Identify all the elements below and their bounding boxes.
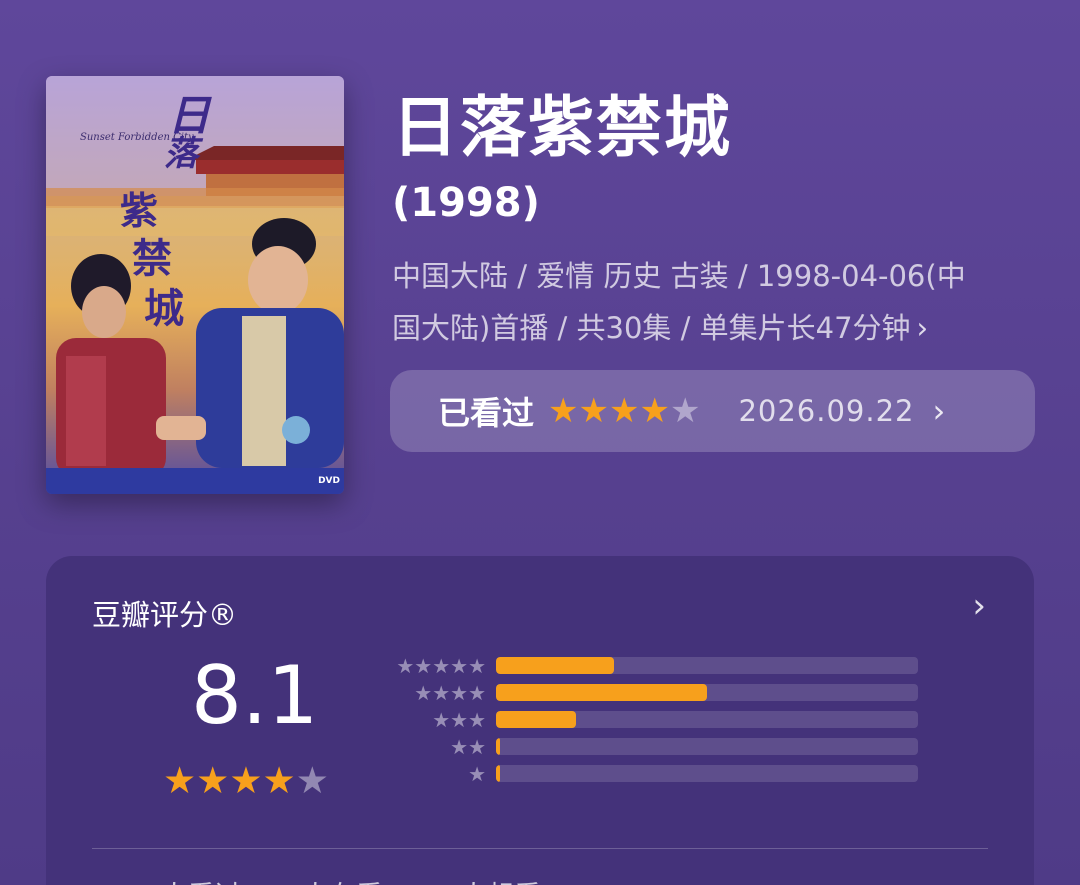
rating-bar-stars: ★ [376,764,486,784]
star-small-icon: ★ [450,654,469,678]
star-small-icon: ★ [468,654,486,678]
rating-bar-track [496,684,918,701]
watched-status-button[interactable]: 已看过 ★ ★ ★ ★ ★ 2026.09.22 › [390,370,1035,452]
star-small-icon: ★ [450,681,469,705]
chevron-right-icon: › [916,311,929,345]
movie-title: 日落紫禁城 [392,89,732,166]
movie-poster[interactable]: Sunset Forbidden City 日 落 紫 禁 城 DVD [46,76,344,494]
poster-title-glyph: 城 [144,285,184,332]
star-filled-icon: ★ [639,391,670,431]
star-filled-icon: ★ [196,759,230,802]
rating-score: 8.1 [191,649,319,742]
rating-bar-row: ★ [376,764,936,784]
meta-line-2: 国大陆)首播 / 共30集 / 单集片长47分钟 › [392,302,1032,354]
rating-bar-row: ★ ★ [376,737,936,757]
divider [92,848,988,849]
star-small-icon: ★ [468,762,486,786]
rating-bar-fill [496,711,576,728]
star-small-icon: ★ [468,681,486,705]
rating-bar-row: ★ ★ ★ ★ ★ [376,656,936,676]
rating-bar-fill [496,684,707,701]
rating-bar-row: ★ ★ ★ ★ [376,683,936,703]
rating-bar-stars: ★ ★ [376,737,486,757]
poster-bottom-strip [46,468,344,494]
dvd-logo: DVD [318,476,340,486]
star-empty-icon: ★ [295,759,329,802]
rating-bar-stars: ★ ★ ★ [376,710,486,730]
star-small-icon: ★ [468,708,486,732]
star-filled-icon: ★ [578,391,609,431]
star-empty-icon: ★ [669,391,701,431]
star-small-icon: ★ [414,681,433,705]
star-small-icon: ★ [468,735,486,759]
star-filled-icon: ★ [262,759,296,802]
rating-bar-track [496,765,918,782]
rating-bar-stars: ★ ★ ★ ★ [376,683,486,703]
star-filled-icon: ★ [548,391,579,431]
rating-bar-fill [496,765,500,782]
rating-bar-track [496,738,918,755]
star-small-icon: ★ [396,654,415,678]
star-filled-icon: ★ [163,759,197,802]
movie-detail-page: Sunset Forbidden City 日 落 紫 禁 城 DVD 日落紫禁… [0,0,1080,885]
rating-bar-fill [496,738,500,755]
rating-bar-stars: ★ ★ ★ ★ ★ [376,656,486,676]
douban-rating-card[interactable]: 豆瓣评分® › 8.1 ★★★★★ ★★★★★★★★★★★★★★★ 2598人看… [46,556,1034,885]
star-filled-icon: ★ [229,759,263,802]
star-small-icon: ★ [450,708,469,732]
star-small-icon: ★ [450,735,469,759]
star-filled-icon: ★ [608,391,640,431]
rating-bar-fill [496,657,614,674]
meta-line-1: 中国大陆 / 爱情 历史 古装 / 1998-04-06(中 [392,259,966,293]
rating-bar-track [496,711,918,728]
rating-score-stars: ★ ★ ★ ★ ★ [163,762,329,799]
poster-title-glyph: 落 [164,134,198,174]
chevron-right-icon[interactable]: › [972,586,986,626]
user-rating-stars: ★ ★ ★ ★ ★ [548,394,700,428]
watched-label: 已看过 [438,394,535,432]
star-small-icon: ★ [414,654,433,678]
watched-date: 2026.09.22 [738,394,915,428]
star-small-icon: ★ [432,708,451,732]
movie-meta-info[interactable]: 中国大陆 / 爱情 历史 古装 / 1998-04-06(中 国大陆)首播 / … [392,250,1032,354]
rating-bar-track [496,657,918,674]
chevron-right-icon: › [932,392,946,430]
meta-line-2-text: 国大陆)首播 / 共30集 / 单集片长47分钟 [392,311,911,345]
rating-card-footer: 2598人看过 212人在看 1253人想看 [92,874,541,885]
movie-year: (1998) [392,180,540,226]
rating-card-title: 豆瓣评分® [92,598,238,632]
rating-bar-row: ★ ★ ★ [376,710,936,730]
star-small-icon: ★ [432,654,451,678]
star-small-icon: ★ [432,681,451,705]
